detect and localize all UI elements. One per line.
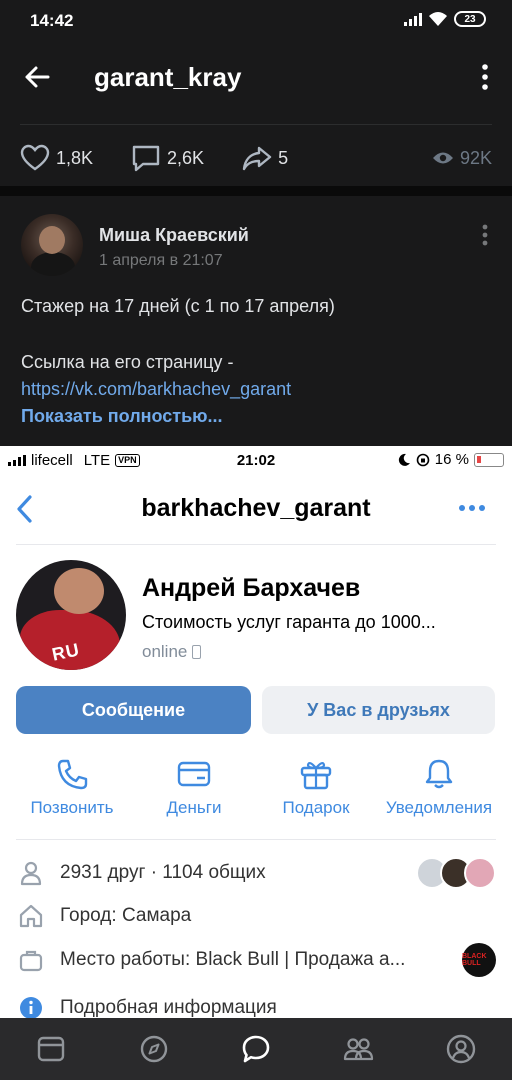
comment-button[interactable]: 2,6K [131,144,204,172]
eye-icon [432,152,453,164]
page-title: garant_kray [94,62,242,92]
comment-icon [132,145,160,172]
money-action[interactable]: Деньги [144,758,244,818]
message-button[interactable]: Сообщение [16,686,251,734]
friends-button[interactable]: У Вас в друзьях [262,686,495,734]
status-bar: lifecell LTE VPN 21:02 16 % [0,446,512,474]
profile-name: Андрей Бархачев [142,574,361,602]
divider [16,839,496,840]
work-logo[interactable]: BLACK BULL [462,943,496,977]
profile-avatar[interactable]: RU [16,560,126,670]
like-button[interactable]: 1,8K [20,144,93,172]
work-text: Место работы: Black Bull | Продажа а... [60,949,406,970]
signal-icon [404,12,422,26]
home-icon [19,904,43,928]
gift-icon [300,761,332,790]
profile-status[interactable]: Стоимость услуг гаранта до 1000... [142,612,436,633]
money-label: Деньги [166,798,222,817]
profile-screen: lifecell LTE VPN 21:02 16 % barkhachev_g… [0,446,512,1019]
post-text-line: Стажер на 17 дней (с 1 по 17 апреля) [21,296,335,316]
post-more-icon[interactable] [482,224,488,246]
post-screen: 14:42 23 garant_kray 1,8K 2,6K 5 92K Миш… [0,0,512,446]
call-action[interactable]: Позвонить [22,758,122,818]
call-label: Позвонить [30,798,114,817]
battery-percent: 16 % [434,451,469,468]
messages-icon[interactable] [240,1033,272,1065]
profile-actions: Позвонить Деньги Подарок Уведомления [0,758,512,826]
money-transfer-icon [177,761,211,787]
city-text: Город: Самара [60,905,192,926]
app-header: garant_kray [0,48,512,106]
status-time: 14:42 [30,11,74,30]
app-header: barkhachev_garant [0,482,512,538]
views-count: 92K [459,147,492,168]
comment-count: 2,6K [167,147,205,168]
heart-icon [20,144,50,171]
briefcase-icon [19,950,43,972]
show-more-link[interactable]: Показать полностью... [21,406,223,427]
friends-icon[interactable] [342,1033,374,1065]
moon-icon [398,453,410,466]
user-icon [20,861,42,886]
like-count: 1,8K [56,147,94,168]
post-link[interactable]: https://vk.com/barkhachev_garant [21,379,291,400]
back-arrow-icon[interactable] [22,62,52,92]
post-stats-bar: 1,8K 2,6K 5 92K [20,140,492,176]
online-text: online [142,642,188,661]
news-feed-icon[interactable] [35,1033,67,1065]
profile-header: RU Андрей Бархачев Стоимость услуг гаран… [0,560,512,672]
notifications-action[interactable]: Уведомления [374,758,504,818]
author-avatar[interactable] [21,214,83,276]
section-separator [0,186,512,196]
post-text-line: Ссылка на его страницу - [21,352,234,372]
page-title: barkhachev_garant [141,494,371,522]
profile-icon[interactable] [445,1033,477,1065]
city-row: Город: Самара [0,898,512,934]
gift-action[interactable]: Подарок [266,758,366,818]
status-bar: 14:42 23 [0,0,512,40]
divider [16,544,496,545]
friend-avatar [464,857,496,889]
friends-row[interactable]: 2931 друг · 1104 общих [0,855,512,891]
battery-icon [474,452,504,467]
wifi-icon [429,12,447,26]
views-counter: 92K [432,148,492,169]
post-card: Миша Краевский 1 апреля в 21:07 Стажер н… [0,196,512,446]
more-horizontal-icon[interactable] [458,504,486,512]
bottom-navigation [0,1018,512,1080]
online-indicator: online [142,642,202,662]
discover-compass-icon[interactable] [138,1033,170,1065]
post-date: 1 апреля в 21:07 [99,252,223,269]
more-vertical-icon[interactable] [480,64,490,90]
battery-icon: 23 [454,11,486,27]
gift-label: Подарок [282,798,350,817]
notifications-label: Уведомления [385,798,493,817]
friends-count: 2931 друг · 1104 общих [60,862,266,883]
post-author[interactable]: Миша Краевский [99,225,249,246]
share-count: 5 [278,147,289,168]
mobile-icon [192,645,202,659]
divider [20,124,492,125]
phone-icon [57,759,88,790]
rotation-lock-icon [416,453,430,466]
more-info-link: Подробная информация [60,997,277,1018]
mutual-friends-avatars [416,857,496,889]
share-button[interactable]: 5 [242,144,288,172]
bell-icon [425,759,453,789]
share-icon [242,146,272,171]
work-row[interactable]: Место работы: Black Bull | Продажа а... … [0,942,512,978]
